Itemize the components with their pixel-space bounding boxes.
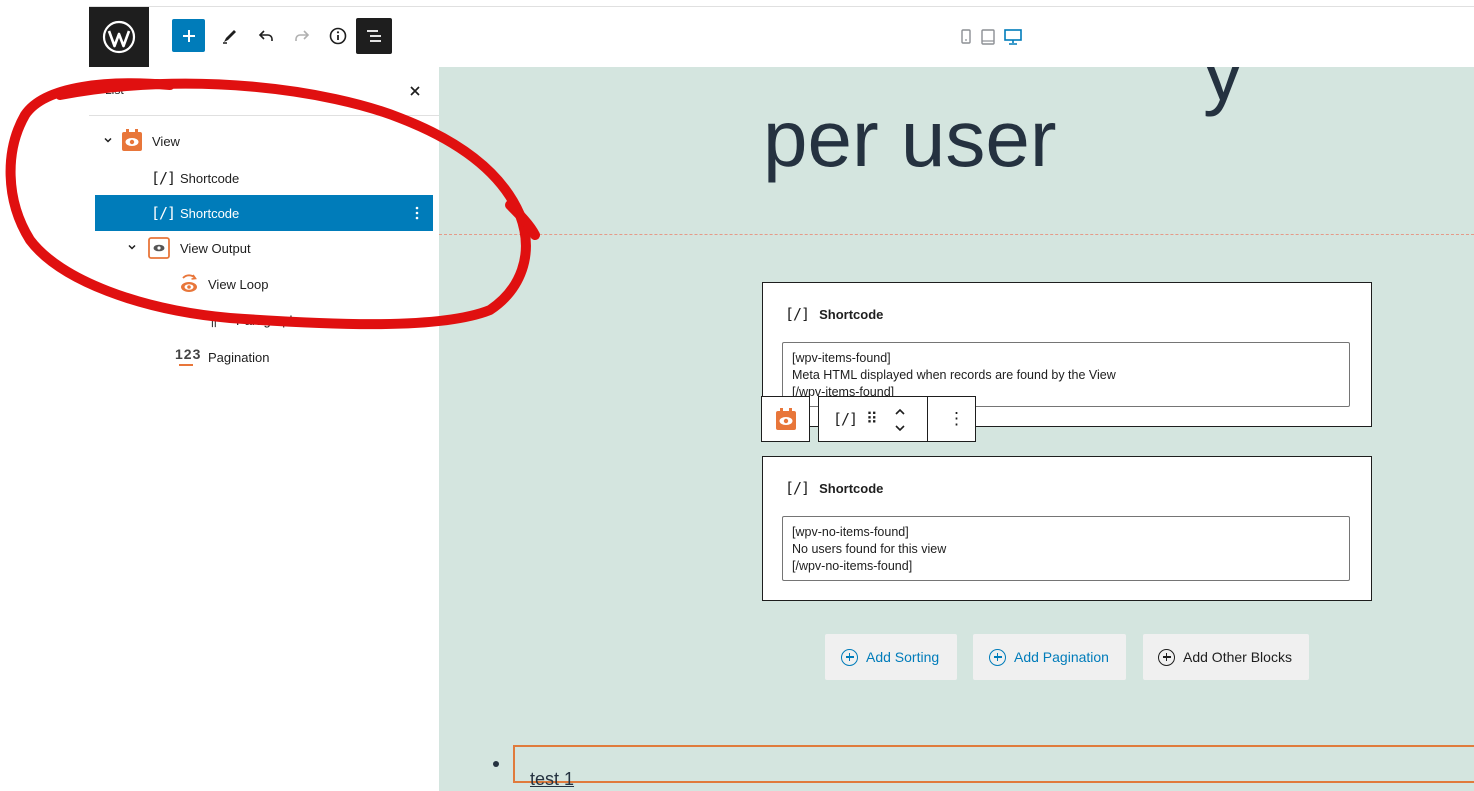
tree-item-label: Shortcode [180, 206, 240, 221]
tree-item-label: Shortcode [180, 171, 240, 186]
shortcode-icon: [/] [151, 204, 176, 222]
shortcode-block-header: [/] Shortcode [785, 479, 883, 497]
add-other-blocks-button[interactable]: Add Other Blocks [1143, 634, 1309, 680]
add-pagination-label: Add Pagination [1014, 649, 1109, 665]
tablet-icon [981, 29, 995, 45]
shortcode-icon: [/] [785, 479, 810, 497]
wordpress-icon [102, 20, 136, 54]
pagination-underline [179, 364, 193, 366]
tree-item-label: Paragraph [236, 313, 297, 328]
add-block-button[interactable] [172, 19, 205, 52]
preview-mobile-button[interactable] [959, 28, 973, 51]
tree-item-label: Pagination [208, 350, 270, 365]
pencil-icon [223, 30, 236, 44]
tree-item-pagination[interactable]: 123 Pagination [95, 340, 433, 374]
more-options-icon: ⋮ [948, 409, 965, 428]
shortcode-textarea[interactable] [782, 516, 1350, 581]
view-output-icon [148, 237, 170, 259]
plus-icon [182, 29, 195, 42]
shortcode-icon[interactable]: [/] [833, 410, 858, 428]
close-sidebar-button[interactable] [405, 81, 425, 101]
shortcode-block[interactable]: [/] Shortcode [762, 456, 1372, 601]
tree-item-view-loop[interactable]: View Loop [95, 267, 433, 301]
block-more-options-button[interactable]: ⋮ [927, 396, 976, 442]
tree-item-view[interactable]: View [95, 124, 433, 158]
selected-block-outline [513, 745, 1474, 783]
tree-item-paragraph[interactable]: ¶ Paragraph [95, 303, 433, 337]
paragraph-icon: ¶ [208, 309, 218, 329]
undo-icon [258, 30, 273, 41]
tree-item-label: View Loop [208, 277, 269, 292]
details-button[interactable] [321, 19, 355, 53]
shortcode-icon: [/] [785, 305, 810, 323]
parent-block-button[interactable] [761, 396, 810, 442]
tree-item-shortcode[interactable]: [/] Shortcode [95, 161, 433, 195]
redo-button[interactable] [285, 19, 319, 53]
desktop-icon [1004, 29, 1022, 45]
tree-item-view-output[interactable]: View Output [95, 231, 433, 265]
list-bullet [493, 761, 499, 767]
list-view-icon [367, 30, 381, 42]
add-sorting-button[interactable]: Add Sorting [825, 634, 957, 680]
add-pagination-button[interactable]: Add Pagination [973, 634, 1126, 680]
sidebar-title: List [105, 83, 124, 97]
shortcode-block-title: Shortcode [819, 481, 884, 496]
chevron-down-icon[interactable] [103, 135, 113, 145]
preview-desktop-button[interactable] [1003, 28, 1023, 51]
list-view-button[interactable] [356, 18, 392, 54]
pagination-icon: 123 [175, 346, 202, 362]
undo-button[interactable] [249, 19, 283, 53]
tree-item-shortcode-selected[interactable]: [/] Shortcode [95, 195, 433, 231]
sidebar-header: List [89, 67, 439, 116]
redo-icon [295, 30, 310, 41]
view-block-icon [122, 129, 142, 151]
shortcode-icon: [/] [151, 169, 176, 187]
move-up-icon[interactable] [893, 405, 907, 419]
view-loop-icon [181, 274, 197, 292]
editor-canvas[interactable]: y per user [/] Shortcode [/] ⠿ [439, 67, 1474, 791]
add-circle-icon [1158, 648, 1175, 666]
info-icon [329, 27, 347, 45]
add-circle-icon [989, 648, 1006, 666]
add-sorting-label: Add Sorting [866, 649, 940, 665]
section-divider [439, 234, 1474, 235]
move-down-icon[interactable] [893, 421, 907, 435]
page-heading[interactable]: per user [763, 93, 1056, 185]
shortcode-block-header: [/] Shortcode [785, 305, 883, 323]
block-type-controls: [/] ⠿ [818, 396, 928, 442]
more-options-icon[interactable] [409, 204, 425, 222]
list-item-text[interactable]: test 1 [530, 769, 574, 790]
shortcode-block-title: Shortcode [819, 307, 884, 322]
tools-button[interactable] [213, 19, 247, 53]
close-icon [410, 86, 420, 96]
mobile-icon [961, 29, 971, 44]
add-circle-icon [841, 648, 858, 666]
wordpress-logo-button[interactable] [89, 7, 149, 67]
add-other-blocks-label: Add Other Blocks [1183, 649, 1292, 665]
tree-item-label: View [152, 134, 180, 149]
editor-toolbar [89, 6, 1474, 67]
heading-partial-line: y [1203, 67, 1243, 117]
view-block-icon [776, 408, 796, 430]
preview-tablet-button[interactable] [980, 28, 996, 51]
drag-handle-icon[interactable]: ⠿ [866, 409, 878, 429]
chevron-down-icon[interactable] [127, 242, 137, 252]
tree-item-label: View Output [180, 241, 251, 256]
list-view-sidebar: List View [/] Shortcode [/] Shortcode Vi… [89, 67, 439, 791]
